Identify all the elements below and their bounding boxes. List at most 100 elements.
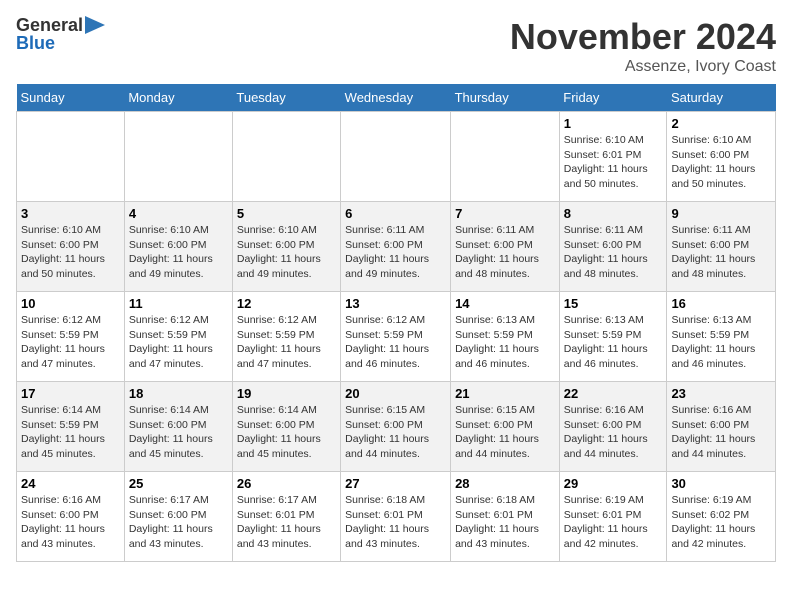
weekday-header-friday: Friday	[559, 84, 667, 112]
day-number: 3	[21, 206, 120, 221]
weekday-header-wednesday: Wednesday	[341, 84, 451, 112]
day-info: Sunrise: 6:17 AM Sunset: 6:00 PM Dayligh…	[129, 493, 228, 552]
day-number: 23	[671, 386, 771, 401]
weekday-header-monday: Monday	[124, 84, 232, 112]
day-number: 24	[21, 476, 120, 491]
calendar-cell: 2 Sunrise: 6:10 AM Sunset: 6:00 PM Daylig…	[667, 112, 776, 202]
calendar-cell: 7 Sunrise: 6:11 AM Sunset: 6:00 PM Daylig…	[451, 202, 560, 292]
calendar-cell: 20Sunrise: 6:15 AM Sunset: 6:00 PM Dayli…	[341, 382, 451, 472]
day-info: Sunrise: 6:11 AM Sunset: 6:00 PM Dayligh…	[455, 223, 555, 282]
calendar-cell: 10Sunrise: 6:12 AM Sunset: 5:59 PM Dayli…	[17, 292, 125, 382]
day-number: 13	[345, 296, 446, 311]
calendar-cell: 13 Sunrise: 6:12 AM Sunset: 5:59 PM Dayli…	[341, 292, 451, 382]
calendar-cell: 14 Sunrise: 6:13 AM Sunset: 5:59 PM Dayli…	[451, 292, 560, 382]
calendar-cell: 28 Sunrise: 6:18 AM Sunset: 6:01 PM Dayli…	[451, 472, 560, 562]
calendar-cell: 15 Sunrise: 6:13 AM Sunset: 5:59 PM Dayli…	[559, 292, 667, 382]
day-number: 29	[564, 476, 663, 491]
day-number: 19	[237, 386, 336, 401]
day-number: 18	[129, 386, 228, 401]
day-number: 5	[237, 206, 336, 221]
day-info: Sunrise: 6:18 AM Sunset: 6:01 PM Dayligh…	[345, 493, 446, 552]
calendar-cell: 8 Sunrise: 6:11 AM Sunset: 6:00 PM Daylig…	[559, 202, 667, 292]
day-info: Sunrise: 6:12 AM Sunset: 5:59 PM Dayligh…	[129, 313, 228, 372]
weekday-header-tuesday: Tuesday	[232, 84, 340, 112]
calendar-cell: 25 Sunrise: 6:17 AM Sunset: 6:00 PM Dayli…	[124, 472, 232, 562]
day-number: 21	[455, 386, 555, 401]
weekday-header-thursday: Thursday	[451, 84, 560, 112]
calendar-cell: 26 Sunrise: 6:17 AM Sunset: 6:01 PM Dayli…	[232, 472, 340, 562]
day-number: 22	[564, 386, 663, 401]
day-info: Sunrise: 6:12 AM Sunset: 5:59 PM Dayligh…	[237, 313, 336, 372]
day-info: Sunrise: 6:16 AM Sunset: 6:00 PM Dayligh…	[671, 403, 771, 462]
day-number: 1	[564, 116, 663, 131]
day-info: Sunrise: 6:10 AM Sunset: 6:00 PM Dayligh…	[671, 133, 771, 192]
day-info: Sunrise: 6:11 AM Sunset: 6:00 PM Dayligh…	[345, 223, 446, 282]
day-info: Sunrise: 6:11 AM Sunset: 6:00 PM Dayligh…	[564, 223, 663, 282]
calendar-cell: 30Sunrise: 6:19 AM Sunset: 6:02 PM Dayli…	[667, 472, 776, 562]
day-info: Sunrise: 6:14 AM Sunset: 6:00 PM Dayligh…	[129, 403, 228, 462]
calendar-cell	[341, 112, 451, 202]
day-number: 28	[455, 476, 555, 491]
day-number: 2	[671, 116, 771, 131]
day-number: 4	[129, 206, 228, 221]
day-info: Sunrise: 6:19 AM Sunset: 6:02 PM Dayligh…	[671, 493, 771, 552]
calendar-cell	[17, 112, 125, 202]
calendar-cell	[451, 112, 560, 202]
calendar-cell: 4 Sunrise: 6:10 AM Sunset: 6:00 PM Daylig…	[124, 202, 232, 292]
calendar-cell: 18 Sunrise: 6:14 AM Sunset: 6:00 PM Dayli…	[124, 382, 232, 472]
day-number: 17	[21, 386, 120, 401]
day-number: 14	[455, 296, 555, 311]
day-number: 20	[345, 386, 446, 401]
day-info: Sunrise: 6:13 AM Sunset: 5:59 PM Dayligh…	[455, 313, 555, 372]
day-info: Sunrise: 6:12 AM Sunset: 5:59 PM Dayligh…	[21, 313, 120, 372]
day-info: Sunrise: 6:15 AM Sunset: 6:00 PM Dayligh…	[455, 403, 555, 462]
day-number: 27	[345, 476, 446, 491]
day-number: 11	[129, 296, 228, 311]
day-number: 6	[345, 206, 446, 221]
day-number: 16	[671, 296, 771, 311]
weekday-header-sunday: Sunday	[17, 84, 125, 112]
calendar-cell: 17Sunrise: 6:14 AM Sunset: 5:59 PM Dayli…	[17, 382, 125, 472]
weekday-header-saturday: Saturday	[667, 84, 776, 112]
day-info: Sunrise: 6:10 AM Sunset: 6:01 PM Dayligh…	[564, 133, 663, 192]
calendar-table: SundayMondayTuesdayWednesdayThursdayFrid…	[16, 84, 776, 562]
day-info: Sunrise: 6:10 AM Sunset: 6:00 PM Dayligh…	[237, 223, 336, 282]
calendar-cell: 21 Sunrise: 6:15 AM Sunset: 6:00 PM Dayli…	[451, 382, 560, 472]
calendar-cell: 24Sunrise: 6:16 AM Sunset: 6:00 PM Dayli…	[17, 472, 125, 562]
calendar-cell	[124, 112, 232, 202]
day-info: Sunrise: 6:12 AM Sunset: 5:59 PM Dayligh…	[345, 313, 446, 372]
calendar-cell: 16 Sunrise: 6:13 AM Sunset: 5:59 PM Dayli…	[667, 292, 776, 382]
calendar-cell: 9 Sunrise: 6:11 AM Sunset: 6:00 PM Daylig…	[667, 202, 776, 292]
day-number: 8	[564, 206, 663, 221]
day-info: Sunrise: 6:17 AM Sunset: 6:01 PM Dayligh…	[237, 493, 336, 552]
calendar-cell	[232, 112, 340, 202]
day-number: 15	[564, 296, 663, 311]
logo-blue: Blue	[16, 34, 105, 54]
day-info: Sunrise: 6:11 AM Sunset: 6:00 PM Dayligh…	[671, 223, 771, 282]
day-info: Sunrise: 6:13 AM Sunset: 5:59 PM Dayligh…	[564, 313, 663, 372]
title-section: November 2024 Assenze, Ivory Coast	[510, 16, 776, 76]
calendar-cell: 11 Sunrise: 6:12 AM Sunset: 5:59 PM Dayli…	[124, 292, 232, 382]
logo-arrow-icon	[85, 16, 105, 34]
day-number: 7	[455, 206, 555, 221]
day-number: 9	[671, 206, 771, 221]
month-title: November 2024	[510, 16, 776, 58]
day-number: 12	[237, 296, 336, 311]
logo: General Blue	[16, 16, 105, 54]
day-info: Sunrise: 6:10 AM Sunset: 6:00 PM Dayligh…	[21, 223, 120, 282]
day-number: 25	[129, 476, 228, 491]
day-info: Sunrise: 6:14 AM Sunset: 6:00 PM Dayligh…	[237, 403, 336, 462]
day-number: 26	[237, 476, 336, 491]
day-info: Sunrise: 6:10 AM Sunset: 6:00 PM Dayligh…	[129, 223, 228, 282]
calendar-cell: 19 Sunrise: 6:14 AM Sunset: 6:00 PM Dayli…	[232, 382, 340, 472]
day-info: Sunrise: 6:19 AM Sunset: 6:01 PM Dayligh…	[564, 493, 663, 552]
calendar-cell: 3 Sunrise: 6:10 AM Sunset: 6:00 PM Daylig…	[17, 202, 125, 292]
header: General Blue November 2024 Assenze, Ivor…	[16, 16, 776, 76]
day-info: Sunrise: 6:18 AM Sunset: 6:01 PM Dayligh…	[455, 493, 555, 552]
calendar-cell: 23 Sunrise: 6:16 AM Sunset: 6:00 PM Dayli…	[667, 382, 776, 472]
calendar-cell: 12 Sunrise: 6:12 AM Sunset: 5:59 PM Dayli…	[232, 292, 340, 382]
calendar-cell: 29 Sunrise: 6:19 AM Sunset: 6:01 PM Dayli…	[559, 472, 667, 562]
calendar-cell: 1 Sunrise: 6:10 AM Sunset: 6:01 PM Daylig…	[559, 112, 667, 202]
calendar-cell: 5 Sunrise: 6:10 AM Sunset: 6:00 PM Daylig…	[232, 202, 340, 292]
day-info: Sunrise: 6:13 AM Sunset: 5:59 PM Dayligh…	[671, 313, 771, 372]
